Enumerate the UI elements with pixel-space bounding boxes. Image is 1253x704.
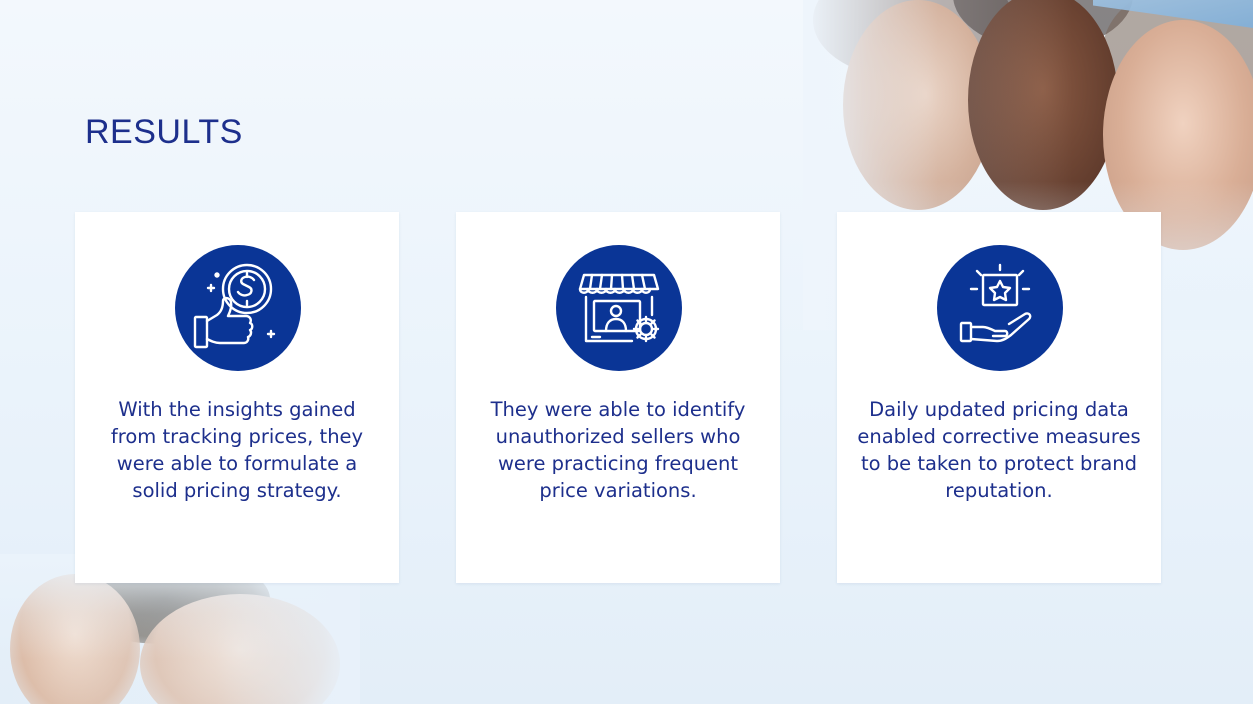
result-card-brand-reputation: Daily updated pricing data enabled corre… (837, 212, 1161, 583)
slide: RESULTS With the insights gained from tr… (0, 0, 1253, 704)
page-title: RESULTS (85, 113, 243, 151)
result-card-unauthorized-sellers: They were able to identify unauthorized … (456, 212, 780, 583)
result-card-pricing-strategy: With the insights gained from tracking p… (75, 212, 399, 583)
icon-badge (556, 245, 682, 371)
card-text: With the insights gained from tracking p… (110, 398, 364, 502)
thumbs-up-dollar-icon (193, 263, 276, 349)
icon-badge (175, 245, 301, 371)
storefront-seller-gear-icon (578, 273, 660, 343)
card-text: Daily updated pricing data enabled corre… (857, 398, 1141, 502)
hand-star-frame-icon (959, 263, 1032, 343)
icon-badge (937, 245, 1063, 371)
card-text: They were able to identify unauthorized … (490, 398, 746, 502)
